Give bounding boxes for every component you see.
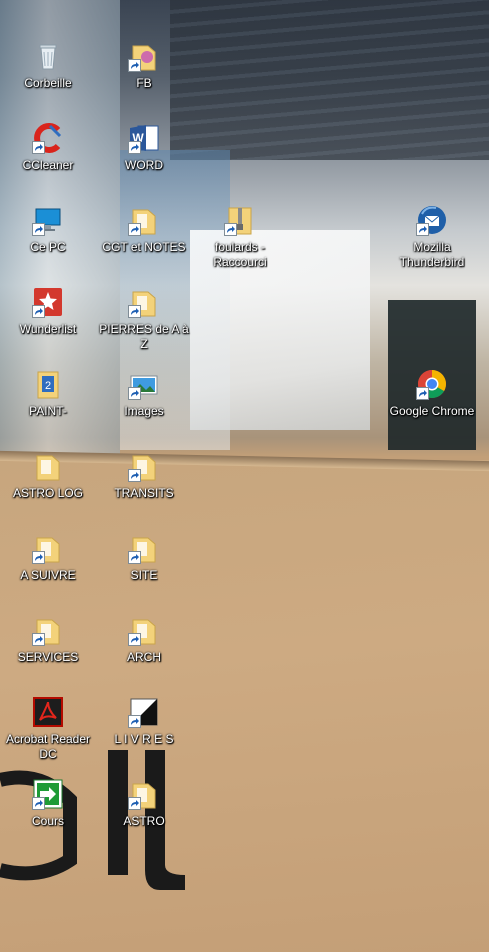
shortcut-arrow-icon [128, 59, 141, 72]
icon-label: Wunderlist [19, 322, 77, 336]
icon-label: A SUIVRE [20, 568, 76, 582]
desktop-icon-site[interactable]: SITE [96, 530, 192, 610]
images-icon [128, 368, 160, 400]
ccleaner-icon [32, 122, 64, 154]
desktop-icon-fb[interactable]: FB [96, 38, 192, 118]
desktop-icon-paint[interactable]: 2 PAINT- [0, 366, 96, 446]
icon-label: foulards - Raccourci [213, 240, 267, 269]
icon-label: ARCH [126, 650, 161, 664]
desktop-icon-acrobat[interactable]: Acrobat Reader DC [0, 694, 96, 774]
cours-icon [32, 778, 64, 810]
shortcut-arrow-icon [128, 715, 141, 728]
desktop-icon-word[interactable]: W WORD [96, 120, 192, 200]
shortcut-arrow-icon [128, 141, 141, 154]
icon-label: ASTRO [123, 814, 165, 828]
folder-icon [128, 450, 160, 482]
folder-icon [128, 778, 160, 810]
desktop-icon-cgt-notes[interactable]: CGT et NOTES [96, 202, 192, 282]
thunderbird-icon [416, 204, 448, 236]
desktop-icon-images[interactable]: Images [96, 366, 192, 446]
desktop-icon-thunderbird[interactable]: Mozilla Thunderbird [384, 202, 480, 282]
folder-icon [32, 450, 64, 482]
shortcut-arrow-icon [32, 305, 45, 318]
icon-label: Acrobat Reader DC [5, 732, 91, 761]
shortcut-arrow-icon [416, 387, 429, 400]
icon-label: CGT et NOTES [102, 240, 186, 254]
desktop-icon-transits[interactable]: TRANSITS [96, 448, 192, 528]
desktop-icon-services[interactable]: SERVICES [0, 612, 96, 692]
svg-text:2: 2 [45, 380, 51, 392]
icon-label: Corbeille [24, 76, 72, 90]
desktop-icon-pierres[interactable]: PIERRES de A à Z [96, 284, 192, 364]
icon-label: WORD [125, 158, 163, 172]
icon-label: CCleaner [22, 158, 74, 172]
shortcut-arrow-icon [32, 551, 45, 564]
computer-icon [32, 204, 64, 236]
icon-label: Images [124, 404, 164, 418]
shortcut-arrow-icon [32, 223, 45, 236]
icon-label: SERVICES [17, 650, 79, 664]
folder-icon [128, 204, 160, 236]
desktop-icon-astro-log[interactable]: ASTRO LOG [0, 448, 96, 528]
icon-label: PIERRES de A à Z [99, 322, 189, 351]
shortcut-arrow-icon [32, 141, 45, 154]
icon-label: PAINT- [29, 404, 67, 418]
icon-label: SITE [130, 568, 158, 582]
desktop-icon-ccleaner[interactable]: CCleaner [0, 120, 96, 200]
desktop-icon-corbeille[interactable]: Corbeille [0, 38, 96, 118]
shortcut-arrow-icon [32, 797, 45, 810]
shortcut-arrow-icon [128, 223, 141, 236]
word-icon: W [128, 122, 160, 154]
livres-icon [128, 696, 160, 728]
folder-icon [128, 286, 160, 318]
folder-icon [128, 614, 160, 646]
desktop-icon-livres[interactable]: L I V R E S [96, 694, 192, 774]
icon-label: Mozilla Thunderbird [399, 240, 465, 269]
wunderlist-icon [32, 286, 64, 318]
shortcut-arrow-icon [416, 223, 429, 236]
shortcut-arrow-icon [128, 551, 141, 564]
desktop-icon-astro[interactable]: ASTRO [96, 776, 192, 856]
icon-label: L I V R E S [114, 732, 174, 746]
icon-label: Ce PC [30, 240, 66, 254]
icon-label: TRANSITS [114, 486, 174, 500]
icon-label: Google Chrome [389, 404, 475, 418]
shortcut-arrow-icon [224, 223, 237, 236]
desktop-icon-chrome[interactable]: Google Chrome [384, 366, 480, 446]
acrobat-icon [32, 696, 64, 728]
folder-icon [128, 532, 160, 564]
shortcut-arrow-icon [128, 797, 141, 810]
folder-icon [128, 40, 160, 72]
paint-folder-icon: 2 [32, 368, 64, 400]
shortcut-arrow-icon [128, 469, 141, 482]
icon-label: ASTRO LOG [12, 486, 83, 500]
folder-icon [32, 614, 64, 646]
zip-folder-icon [224, 204, 256, 236]
icon-label: FB [136, 76, 152, 90]
recycle-bin-icon [32, 40, 64, 72]
desktop-background: Corbeille CCleaner Ce PC Wunderlist 2 PA… [0, 0, 489, 952]
desktop-icon-cours[interactable]: Cours [0, 776, 96, 856]
folder-icon [32, 532, 64, 564]
wallpaper-ceiling [170, 0, 489, 160]
desktop-icon-ce-pc[interactable]: Ce PC [0, 202, 96, 282]
chrome-icon [416, 368, 448, 400]
desktop-icon-foulards[interactable]: foulards - Raccourci [192, 202, 288, 282]
desktop-icon-a-suivre[interactable]: A SUIVRE [0, 530, 96, 610]
icon-label: Cours [31, 814, 64, 828]
shortcut-arrow-icon [128, 633, 141, 646]
shortcut-arrow-icon [128, 387, 141, 400]
desktop-icon-arch[interactable]: ARCH [96, 612, 192, 692]
shortcut-arrow-icon [32, 633, 45, 646]
shortcut-arrow-icon [128, 305, 141, 318]
desktop-icon-wunderlist[interactable]: Wunderlist [0, 284, 96, 364]
